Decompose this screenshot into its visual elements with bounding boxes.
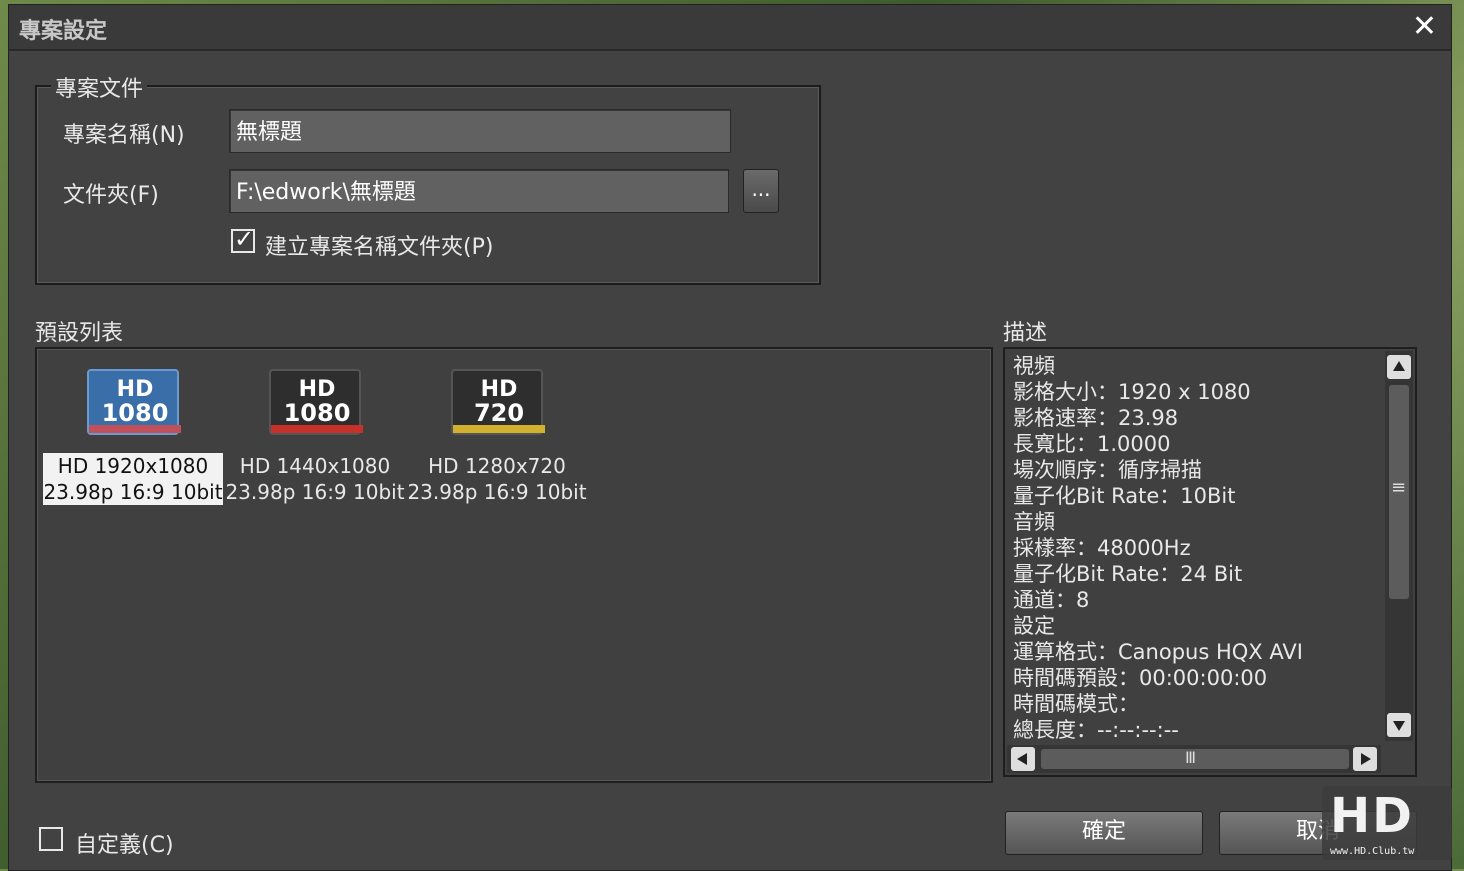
preset-caption-line1: HD 1440x1080 xyxy=(239,454,391,478)
hd-1080-badge-icon: HD 1080 xyxy=(269,369,363,435)
scroll-down-button[interactable] xyxy=(1387,713,1411,737)
dialog-title: 專案設定 xyxy=(19,19,108,44)
badge-resolution: 1080 xyxy=(101,399,169,427)
hd-720-badge-icon: HD 720 xyxy=(451,369,545,435)
desc-line: 量子化Bit Rate：10Bit xyxy=(1013,484,1236,508)
desc-line: 總長度：--:--:--:-- xyxy=(1013,718,1179,742)
preset-caption-line2: 23.98p 16:9 10bit xyxy=(225,480,405,504)
watermark-url: www.HD.Club.tw xyxy=(1330,846,1415,857)
preset-caption-line1: HD 1280x720 xyxy=(428,454,566,478)
check-icon: ✓ xyxy=(234,225,255,253)
badge-hd: HD xyxy=(480,377,518,402)
badge-stripe xyxy=(271,425,363,433)
vertical-scroll-thumb[interactable]: ≡ xyxy=(1389,385,1409,599)
scroll-up-button[interactable] xyxy=(1387,355,1411,379)
watermark-logo: HD www.HD.Club.tw xyxy=(1322,786,1452,860)
description-panel: 視頻 影格大小：1920 x 1080 影格速率：23.98 長寬比：1.000… xyxy=(1003,347,1417,777)
desc-line: 長寬比：1.0000 xyxy=(1013,432,1171,456)
description-text: 視頻 影格大小：1920 x 1080 影格速率：23.98 長寬比：1.000… xyxy=(1013,353,1383,743)
arrow-left-icon xyxy=(1017,753,1027,765)
grip-icon: ≡ xyxy=(1391,477,1407,498)
arrow-up-icon xyxy=(1393,361,1405,371)
folder-input[interactable]: F:\edwork\無標題 xyxy=(229,169,729,213)
desc-line: 場次順序：循序掃描 xyxy=(1013,458,1202,482)
horizontal-scroll-thumb[interactable]: Ⅲ xyxy=(1041,748,1349,769)
hd-1080-badge-icon: HD 1080 xyxy=(87,369,181,435)
group-legend: 專案文件 xyxy=(51,71,148,103)
create-folder-checkbox[interactable]: ✓ xyxy=(231,225,255,253)
browse-button[interactable]: ... xyxy=(743,169,779,213)
desc-line: 量子化Bit Rate：24 Bit xyxy=(1013,562,1243,586)
preset-caption-line2: 23.98p 16:9 10bit xyxy=(407,480,587,504)
grip-icon: Ⅲ xyxy=(1185,748,1197,767)
desc-line: 影格速率：23.98 xyxy=(1013,406,1179,430)
preset-caption-line1: HD 1920x1080 xyxy=(57,454,209,478)
preset-list: HD 1080 HD 1920x1080 23.98p 16:9 10bit H… xyxy=(35,347,993,783)
project-name-label: 專案名稱(N) xyxy=(63,123,185,148)
desc-line: 影格大小：1920 x 1080 xyxy=(1013,380,1251,404)
desc-line: 採樣率：48000Hz xyxy=(1013,536,1191,560)
description-label: 描述 xyxy=(1003,321,1048,346)
arrow-right-icon xyxy=(1361,753,1371,765)
desc-line: 時間碼模式： xyxy=(1013,692,1139,716)
preset-caption: HD 1280x720 23.98p 16:9 10bit xyxy=(407,453,587,505)
desc-line: 視頻 xyxy=(1013,354,1055,378)
desc-line: 運算格式：Canopus HQX AVI xyxy=(1013,640,1303,664)
desc-line: 通道：8 xyxy=(1013,588,1090,612)
vertical-scrollbar[interactable]: ≡ xyxy=(1385,351,1413,741)
preset-hd-1280x720[interactable]: HD 720 HD 1280x720 23.98p 16:9 10bit xyxy=(407,365,587,515)
desc-line: 時間碼預設：00:00:00:00 xyxy=(1013,666,1268,690)
preset-hd-1440x1080[interactable]: HD 1080 HD 1440x1080 23.98p 16:9 10bit xyxy=(225,365,405,515)
scroll-right-button[interactable] xyxy=(1353,747,1377,771)
desc-line: 設定 xyxy=(1013,614,1055,638)
preset-caption: HD 1920x1080 23.98p 16:9 10bit xyxy=(43,453,223,505)
badge-resolution: 1080 xyxy=(283,399,351,427)
preset-caption-line2: 23.98p 16:9 10bit xyxy=(43,480,223,504)
scroll-left-button[interactable] xyxy=(1011,747,1035,771)
watermark-logo-text: HD xyxy=(1330,788,1415,844)
desc-line: 音頻 xyxy=(1013,510,1055,534)
close-icon[interactable]: ✕ xyxy=(1412,9,1437,44)
ok-button[interactable]: 確定 xyxy=(1005,811,1203,855)
create-folder-label: 建立專案名稱文件夾(P) xyxy=(265,235,494,260)
project-name-input[interactable]: 無標題 xyxy=(229,109,731,153)
badge-stripe xyxy=(453,425,545,433)
title-bar: 專案設定 ✕ xyxy=(9,5,1451,51)
custom-checkbox[interactable] xyxy=(39,827,63,851)
badge-resolution: 720 xyxy=(473,399,525,427)
folder-label: 文件夾(F) xyxy=(63,183,159,208)
custom-label: 自定義(C) xyxy=(75,833,174,858)
horizontal-scrollbar[interactable]: Ⅲ xyxy=(1007,745,1381,773)
badge-hd: HD xyxy=(298,377,336,402)
preset-hd-1920x1080[interactable]: HD 1080 HD 1920x1080 23.98p 16:9 10bit xyxy=(43,365,223,515)
badge-stripe xyxy=(89,425,181,433)
preset-caption: HD 1440x1080 23.98p 16:9 10bit xyxy=(225,453,405,505)
project-settings-dialog: 專案設定 ✕ 專案文件 專案名稱(N) 無標題 文件夾(F) F:\edwork… xyxy=(8,4,1452,871)
preset-list-label: 預設列表 xyxy=(35,321,124,346)
arrow-down-icon xyxy=(1393,721,1405,731)
badge-hd: HD xyxy=(116,377,154,402)
